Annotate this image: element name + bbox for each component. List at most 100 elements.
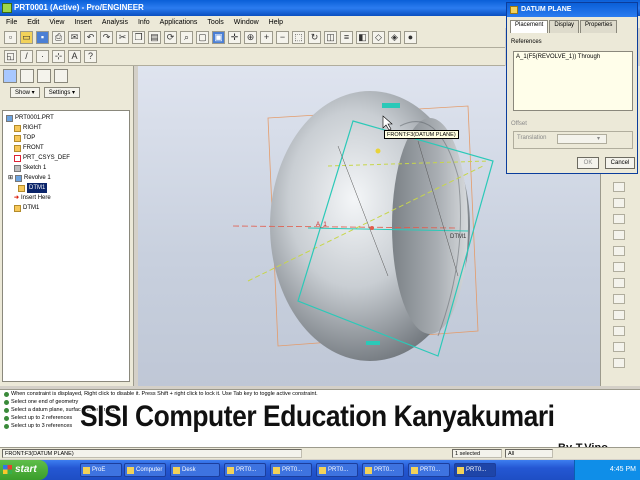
regenerate-icon[interactable]: ⟳ — [164, 31, 177, 44]
select-box-icon[interactable]: ▢ — [196, 31, 209, 44]
task-item[interactable]: Desk — [170, 463, 220, 477]
shading-icon[interactable]: ● — [404, 31, 417, 44]
chamfer-tool-icon[interactable] — [613, 310, 625, 320]
task-item[interactable]: PRT0... — [224, 463, 266, 477]
menu-insert[interactable]: Insert — [70, 19, 96, 26]
spin-center-icon[interactable]: ✛ — [228, 31, 241, 44]
refit-icon[interactable]: ⬚ — [292, 31, 305, 44]
menu-edit[interactable]: Edit — [23, 19, 43, 26]
zoom-out-icon[interactable]: − — [276, 31, 289, 44]
shell-tool-icon[interactable] — [613, 278, 625, 288]
tree-item-revolve[interactable]: ⊞ Revolve 1 — [6, 173, 126, 183]
task-item[interactable]: ProE — [80, 463, 122, 477]
tree-item-front[interactable]: FRONT — [6, 143, 126, 153]
menu-window[interactable]: Window — [230, 19, 263, 26]
plane-handle-point[interactable] — [375, 148, 381, 154]
saved-views-icon[interactable]: ◫ — [324, 31, 337, 44]
folder-browser-tab-icon[interactable] — [20, 69, 34, 83]
tree-item-root[interactable]: PRT0001.PRT — [6, 113, 126, 123]
wireframe-icon[interactable]: ◇ — [372, 31, 385, 44]
task-item[interactable]: PRT0... — [270, 463, 312, 477]
expand-icon[interactable]: ⊞ — [8, 173, 13, 183]
new-file-icon[interactable]: ▫ — [4, 31, 17, 44]
cancel-button[interactable]: Cancel — [605, 157, 635, 169]
datum-axis-display-icon[interactable]: / — [20, 50, 33, 63]
references-list[interactable]: A_1(F5(REVOLVE_1)) Through — [513, 51, 633, 111]
reference-item[interactable]: A_1(F5(REVOLVE_1)) Through — [516, 54, 600, 60]
tree-options: Show ▾ Settings ▾ — [0, 86, 133, 100]
clock[interactable]: 4:45 PM — [610, 466, 636, 473]
reorient-icon[interactable]: ↻ — [308, 31, 321, 44]
task-item[interactable]: PRT0... — [408, 463, 450, 477]
task-item[interactable]: PRT0... — [362, 463, 404, 477]
datum-axis-tool-icon[interactable] — [613, 198, 625, 208]
task-item[interactable]: PRT0... — [316, 463, 358, 477]
cut-icon[interactable]: ✂ — [116, 31, 129, 44]
view-manager-icon[interactable]: ◧ — [356, 31, 369, 44]
paste-icon[interactable]: ▤ — [148, 31, 161, 44]
filter-dropdown[interactable]: All — [505, 449, 553, 458]
connections-tab-icon[interactable] — [54, 69, 68, 83]
task-item[interactable]: Computer — [124, 463, 166, 477]
extrude-tool-icon[interactable] — [613, 230, 625, 240]
dialog-title-bar[interactable]: DATUM PLANE — [507, 3, 637, 17]
copy-icon[interactable]: ❐ — [132, 31, 145, 44]
email-icon[interactable]: ✉ — [68, 31, 81, 44]
tree-item-sketch[interactable]: Sketch 1 — [6, 163, 126, 173]
menu-file[interactable]: File — [2, 19, 21, 26]
zoom-in-icon[interactable]: + — [260, 31, 273, 44]
merge-tool-icon[interactable] — [613, 358, 625, 368]
layers-icon[interactable]: ≡ — [340, 31, 353, 44]
tree-item-right[interactable]: RIGHT — [6, 123, 126, 133]
part-icon — [6, 114, 13, 122]
revolve-tool-icon[interactable] — [613, 246, 625, 256]
find-icon[interactable]: ⌕ — [180, 31, 193, 44]
open-folder-icon[interactable]: ▭ — [20, 31, 33, 44]
hidden-line-icon[interactable]: ◈ — [388, 31, 401, 44]
datum-point-display-icon[interactable]: · — [36, 50, 49, 63]
datum-plane-dialog: DATUM PLANE Placement Display Properties… — [506, 2, 638, 174]
tab-properties[interactable]: Properties — [580, 20, 618, 33]
datum-toolbar: ◱ / · ⊹ A ? — [0, 48, 505, 66]
datum-plane-display-icon[interactable]: ◱ — [4, 50, 17, 63]
tree-item-csys[interactable]: PRT_CSYS_DEF — [6, 153, 126, 163]
pattern-tool-icon[interactable] — [613, 326, 625, 336]
context-help-icon[interactable]: ? — [84, 50, 97, 63]
tab-display[interactable]: Display — [549, 20, 580, 33]
menu-view[interactable]: View — [45, 19, 68, 26]
tree-item-top[interactable]: TOP — [6, 133, 126, 143]
menu-help[interactable]: Help — [265, 19, 287, 26]
csys-display-icon[interactable]: ⊹ — [52, 50, 65, 63]
print-icon[interactable]: ⎙ — [52, 31, 65, 44]
dropdown-chevron-icon[interactable]: ▾ — [597, 135, 600, 142]
mirror-tool-icon[interactable] — [613, 342, 625, 352]
annotation-display-icon[interactable]: A — [68, 50, 81, 63]
menu-applications[interactable]: Applications — [156, 19, 202, 26]
menu-tools[interactable]: Tools — [203, 19, 227, 26]
menu-info[interactable]: Info — [134, 19, 154, 26]
drag-handle[interactable] — [382, 103, 400, 108]
redo-icon[interactable]: ↷ — [100, 31, 113, 44]
menu-analysis[interactable]: Analysis — [98, 19, 132, 26]
repaint-icon[interactable]: ▣ — [212, 31, 225, 44]
orient-icon[interactable]: ⊕ — [244, 31, 257, 44]
tab-placement[interactable]: Placement — [510, 20, 549, 33]
settings-menu-button[interactable]: Settings ▾ — [43, 87, 81, 98]
tree-item-dtm[interactable]: DTM1 — [6, 203, 126, 213]
ok-button[interactable]: OK — [577, 157, 599, 169]
show-menu-button[interactable]: Show ▾ — [10, 87, 40, 98]
datum-plane-tool-icon[interactable] — [613, 182, 625, 192]
save-icon[interactable]: ▪ — [36, 31, 49, 44]
start-button[interactable]: start — [0, 460, 48, 480]
sketch-tool-icon[interactable] — [613, 214, 625, 224]
favorites-tab-icon[interactable] — [37, 69, 51, 83]
undo-icon[interactable]: ↶ — [84, 31, 97, 44]
model-tree-tab-icon[interactable] — [3, 69, 17, 83]
tree-item-insert-here[interactable]: ➜ Insert Here — [6, 193, 126, 203]
selection-count: 1 selected — [452, 449, 502, 458]
round-tool-icon[interactable] — [613, 294, 625, 304]
info-icon — [4, 415, 9, 421]
hole-tool-icon[interactable] — [613, 262, 625, 272]
task-item-active[interactable]: PRT0... — [454, 463, 496, 477]
tree-item-dtm-selected[interactable]: DTM1 — [6, 183, 126, 193]
